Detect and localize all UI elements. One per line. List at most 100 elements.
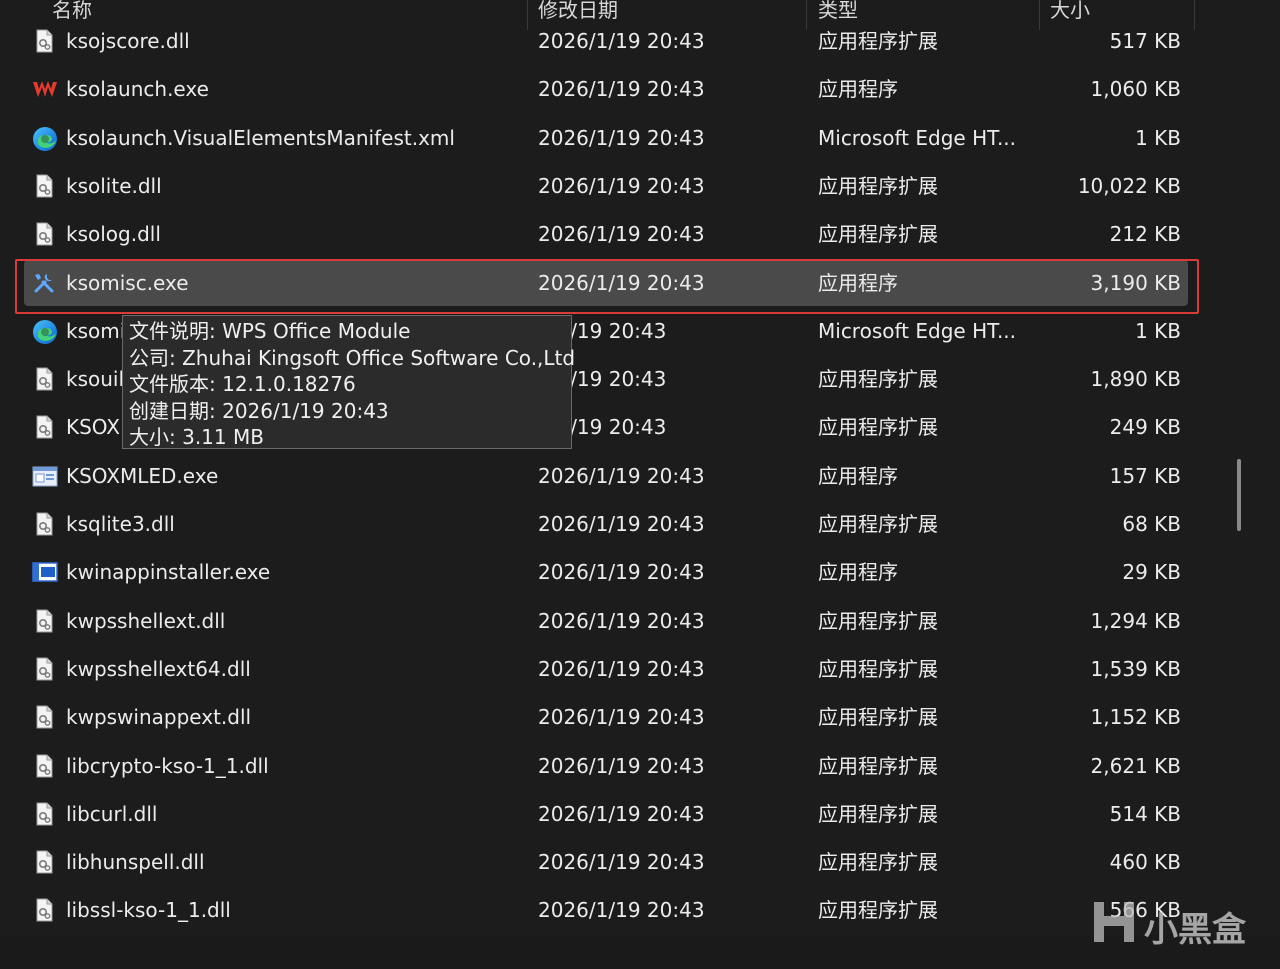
file-type: 应用程序扩展 [818, 850, 938, 875]
dll-file-icon [32, 802, 56, 826]
file-tooltip: 文件说明: WPS Office Module 公司: Zhuhai Kings… [122, 315, 576, 449]
tooltip-description: 文件说明: WPS Office Module [129, 319, 411, 343]
file-date: 2026/1/19 20:43 [538, 801, 705, 826]
file-date: 2026/1/19 20:43 [538, 77, 705, 102]
dll-file-icon [32, 222, 56, 246]
vertical-scrollbar-thumb[interactable] [1237, 459, 1241, 531]
file-type: Microsoft Edge HT... [818, 318, 1017, 343]
file-type: 应用程序扩展 [818, 415, 938, 440]
file-date: 2026/1/19 20:43 [538, 656, 705, 681]
file-size: 157 KB [1109, 463, 1181, 488]
file-type: 应用程序扩展 [818, 173, 938, 198]
file-size: 1,294 KB [1090, 608, 1181, 633]
watermark-text: 小黑盒 [1144, 910, 1246, 950]
file-size: 2,621 KB [1090, 753, 1181, 778]
file-size: 212 KB [1109, 222, 1181, 247]
file-size: 1,060 KB [1090, 77, 1181, 102]
file-date: 2026/1/19 20:43 [538, 512, 705, 536]
file-name: ksomi [66, 318, 126, 343]
file-row[interactable]: kwpsshellext64.dll 2026/1/19 20:43 应用程序扩… [0, 646, 1200, 692]
file-type: 应用程序 [818, 270, 898, 295]
file-row[interactable]: libcurl.dll 2026/1/19 20:43 应用程序扩展 514 K… [0, 791, 1200, 837]
file-name: kwinappinstaller.exe [66, 560, 271, 585]
file-row[interactable]: libssl-kso-1_1.dll 2026/1/19 20:43 应用程序扩… [0, 887, 1200, 933]
wps-logo-icon [32, 77, 57, 101]
file-date: 2026/1/19 20:43 [538, 850, 705, 875]
dll-file-icon [32, 415, 56, 439]
file-row[interactable]: kwpswinappext.dll 2026/1/19 20:43 应用程序扩展… [0, 694, 1200, 740]
file-row[interactable]: KSOXMLED.exe 2026/1/19 20:43 应用程序 157 KB [0, 453, 1200, 499]
file-date: 2026/1/19 20:43 [538, 173, 705, 198]
file-type: 应用程序扩展 [818, 608, 938, 633]
tooltip-created: 创建日期: 2026/1/19 20:43 [129, 398, 389, 423]
dll-file-icon [32, 367, 56, 391]
app-window-icon [32, 464, 58, 488]
file-size: 3,190 KB [1090, 270, 1181, 295]
heybox-logo-icon [1094, 902, 1134, 942]
file-date: 2026/1/19 20:43 [538, 753, 705, 778]
file-name: ksolaunch.exe [66, 77, 209, 102]
file-size: 514 KB [1109, 801, 1181, 826]
file-row[interactable]: kwpsshellext.dll 2026/1/19 20:43 应用程序扩展 … [0, 598, 1200, 644]
file-name: libhunspell.dll [66, 850, 205, 875]
file-name: KSOX [66, 415, 120, 440]
file-size: 29 KB [1122, 560, 1181, 585]
file-type: Microsoft Edge HT... [818, 125, 1017, 150]
file-row[interactable]: ksolite.dll 2026/1/19 20:43 应用程序扩展 10,02… [0, 163, 1200, 209]
file-name: ksouil [66, 367, 125, 392]
file-type: 应用程序扩展 [818, 367, 938, 392]
file-name: ksolite.dll [66, 173, 162, 198]
file-type: 应用程序扩展 [818, 512, 938, 536]
file-size: 1 KB [1135, 318, 1181, 343]
file-row[interactable]: ksolaunch.VisualElementsManifest.xml 202… [0, 115, 1200, 161]
file-name: ksolog.dll [66, 222, 161, 247]
dll-file-icon [32, 609, 56, 633]
file-row[interactable]: ksqlite3.dll 2026/1/19 20:43 应用程序扩展 68 K… [0, 501, 1200, 547]
file-date: 2026/1/19 20:43 [538, 608, 705, 633]
file-row[interactable]: ksomisc.exe 2026/1/19 20:43 应用程序 3,190 K… [0, 259, 1200, 306]
file-date: 2026/1/19 20:43 [538, 29, 705, 53]
file-date: 2026/1/19 20:43 [538, 270, 705, 295]
file-name: kwpsshellext64.dll [66, 656, 251, 681]
file-size: 460 KB [1109, 850, 1181, 875]
tooltip-size: 大小: 3.11 MB [129, 425, 264, 449]
watermark: 小黑盒 [1086, 894, 1256, 950]
file-row[interactable]: ksolog.dll 2026/1/19 20:43 应用程序扩展 212 KB [0, 211, 1200, 257]
file-type: 应用程序 [818, 463, 898, 488]
file-date: 2026/1/19 20:43 [538, 705, 705, 730]
file-type: 应用程序 [818, 560, 898, 585]
file-type: 应用程序扩展 [818, 29, 938, 53]
file-name: ksqlite3.dll [66, 512, 175, 536]
file-size: 10,022 KB [1077, 173, 1181, 198]
tooltip-company: 公司: Zhuhai Kingsoft Office Software Co.,… [129, 345, 576, 370]
file-name: KSOXMLED.exe [66, 463, 219, 488]
edge-icon [32, 319, 57, 344]
dll-file-icon [32, 29, 56, 53]
file-name: kwpswinappext.dll [66, 705, 252, 730]
file-date: 2026/1/19 20:43 [538, 560, 705, 585]
file-row[interactable]: kwinappinstaller.exe 2026/1/19 20:43 应用程… [0, 549, 1200, 595]
file-size: 1,152 KB [1090, 705, 1181, 730]
file-row[interactable]: ksojscore.dll 2026/1/19 20:43 应用程序扩展 517… [0, 18, 1200, 64]
file-date: 2026/1/19 20:43 [538, 463, 705, 488]
tooltip-version: 文件版本: 12.1.0.18276 [129, 372, 356, 396]
file-date: 2026/1/19 20:43 [538, 125, 705, 150]
file-size: 1 KB [1135, 125, 1181, 150]
dll-file-icon [32, 850, 56, 874]
file-row[interactable]: libhunspell.dll 2026/1/19 20:43 应用程序扩展 4… [0, 839, 1200, 885]
file-name: libssl-kso-1_1.dll [66, 898, 231, 923]
dll-file-icon [32, 657, 56, 681]
file-name: kwpsshellext.dll [66, 608, 226, 633]
dll-file-icon [32, 705, 56, 729]
file-row[interactable]: ksolaunch.exe 2026/1/19 20:43 应用程序 1,060… [0, 66, 1200, 112]
file-type: 应用程序扩展 [818, 705, 938, 730]
installer-icon [32, 560, 58, 584]
tools-icon [32, 271, 56, 295]
file-type: 应用程序扩展 [818, 656, 938, 681]
dll-file-icon [32, 898, 56, 922]
file-name: libcurl.dll [66, 801, 158, 826]
file-type: 应用程序扩展 [818, 222, 938, 247]
file-name: libcrypto-kso-1_1.dll [66, 753, 269, 778]
file-name: ksojscore.dll [66, 29, 190, 53]
file-row[interactable]: libcrypto-kso-1_1.dll 2026/1/19 20:43 应用… [0, 743, 1200, 789]
